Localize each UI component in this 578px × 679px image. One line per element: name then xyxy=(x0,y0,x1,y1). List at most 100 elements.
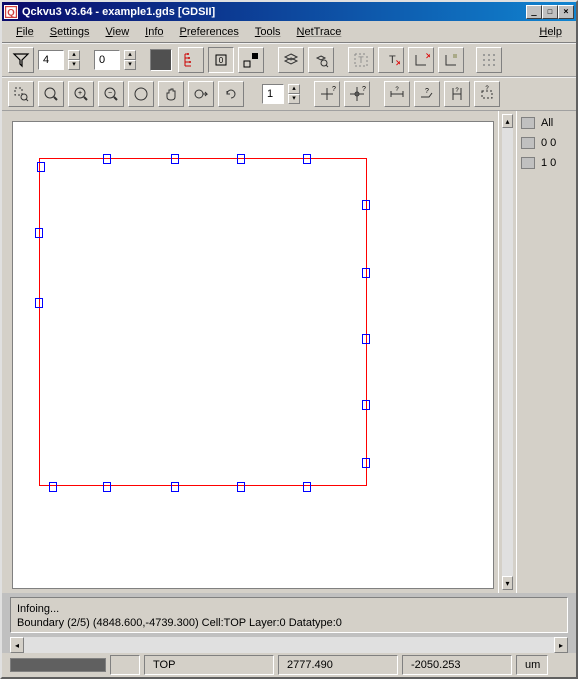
zoom-previous-button[interactable] xyxy=(188,81,214,107)
scale-up[interactable]: ▴ xyxy=(288,84,300,94)
zoom-window-button[interactable] xyxy=(8,81,34,107)
svg-text:−: − xyxy=(108,90,112,97)
measure-crosshair-button[interactable]: ? xyxy=(344,81,370,107)
filter-funnel-button[interactable] xyxy=(8,47,34,73)
corner-marker-button[interactable] xyxy=(438,47,464,73)
scale-input[interactable]: 1 xyxy=(262,84,284,104)
marker xyxy=(237,154,245,164)
measure-point-button[interactable]: ? xyxy=(314,81,340,107)
app-icon: Q xyxy=(4,5,18,19)
minimize-button[interactable]: _ xyxy=(526,5,542,19)
maximize-button[interactable]: ☐ xyxy=(542,5,558,19)
scale-down[interactable]: ▾ xyxy=(288,94,300,104)
delete-corner-button[interactable]: ✕ xyxy=(408,47,434,73)
marker xyxy=(103,482,111,492)
svg-text:?: ? xyxy=(362,86,366,93)
delete-text-button[interactable]: T✕ xyxy=(378,47,404,73)
grid-dots-button[interactable] xyxy=(476,47,502,73)
text-frame-button[interactable]: T xyxy=(348,47,374,73)
scroll-up-icon[interactable]: ▴ xyxy=(502,114,513,128)
menu-file[interactable]: File xyxy=(10,24,40,40)
layer-1-swatch xyxy=(521,157,535,169)
status-y: -2050.253 xyxy=(402,655,512,675)
svg-text:✕: ✕ xyxy=(425,51,430,61)
fill-swatch[interactable] xyxy=(150,49,172,71)
drawing-canvas[interactable] xyxy=(12,121,494,589)
svg-text:?: ? xyxy=(485,86,489,92)
status-unit: um xyxy=(516,655,548,675)
ruler-query-button[interactable]: ? xyxy=(414,81,440,107)
svg-text:?: ? xyxy=(332,86,336,93)
small-cell-button[interactable] xyxy=(238,47,264,73)
marker xyxy=(37,162,45,172)
level-up[interactable]: ▴ xyxy=(68,50,80,60)
horizontal-scrollbar[interactable]: ◂ ▸ xyxy=(10,637,568,653)
svg-text:?: ? xyxy=(455,88,459,94)
zoom-in-button[interactable]: + xyxy=(68,81,94,107)
filter-up[interactable]: ▴ xyxy=(124,50,136,60)
marker xyxy=(362,334,370,344)
svg-text:0: 0 xyxy=(219,56,224,65)
info-line-2: Boundary (2/5) (4848.600,-4739.300) Cell… xyxy=(17,616,561,630)
menu-bar: File Settings View Info Preferences Tool… xyxy=(2,21,576,43)
level-input[interactable]: 4 xyxy=(38,50,64,70)
filter-down[interactable]: ▾ xyxy=(124,60,136,70)
title-bar: Q Qckvu3 v3.64 - example1.gds [GDSII] _ … xyxy=(2,2,576,21)
layers-stack-button[interactable] xyxy=(278,47,304,73)
marker xyxy=(362,200,370,210)
layer-1[interactable]: 1 0 xyxy=(521,157,572,169)
vertical-scrollbar[interactable]: ▴ ▾ xyxy=(498,111,516,593)
svg-text:T: T xyxy=(358,55,364,65)
zoom-fit-button[interactable] xyxy=(128,81,154,107)
marker xyxy=(171,482,179,492)
layers-zoom-button[interactable] xyxy=(308,47,334,73)
menu-help[interactable]: Help xyxy=(533,24,568,40)
status-x: 2777.490 xyxy=(278,655,398,675)
scroll-right-icon[interactable]: ▸ xyxy=(554,637,568,653)
close-button[interactable]: × xyxy=(558,5,574,19)
layer-all[interactable]: All xyxy=(521,117,572,129)
marker xyxy=(35,228,43,238)
marker xyxy=(362,400,370,410)
menu-nettrace[interactable]: NetTrace xyxy=(291,24,348,40)
menu-tools[interactable]: Tools xyxy=(249,24,287,40)
layer-0[interactable]: 0 0 xyxy=(521,137,572,149)
scroll-left-icon[interactable]: ◂ xyxy=(10,637,24,653)
wire-mode-button[interactable]: 0 xyxy=(208,47,234,73)
svg-text:+: + xyxy=(78,90,82,97)
info-line-1: Infoing... xyxy=(17,602,561,616)
toolbar-primary: 4 ▴ ▾ 0 ▴ ▾ 0 T xyxy=(2,43,576,77)
marker xyxy=(303,482,311,492)
marker xyxy=(35,298,43,308)
svg-text:✕: ✕ xyxy=(395,58,400,68)
menu-info[interactable]: Info xyxy=(139,24,169,40)
marker xyxy=(237,482,245,492)
ruler-vertical-button[interactable]: ? xyxy=(444,81,470,107)
menu-view[interactable]: View xyxy=(100,24,136,40)
pan-hand-button[interactable] xyxy=(158,81,184,107)
ruler-box-button[interactable]: ? xyxy=(474,81,500,107)
marker xyxy=(103,154,111,164)
status-blank xyxy=(110,655,140,675)
layer-panel: All 0 0 1 0 xyxy=(516,111,576,593)
level-down[interactable]: ▾ xyxy=(68,60,80,70)
ruler-horizontal-button[interactable]: ? xyxy=(384,81,410,107)
zoom-out-button[interactable]: − xyxy=(98,81,124,107)
boundary-rect xyxy=(39,158,367,486)
filter-input[interactable]: 0 xyxy=(94,50,120,70)
zoom-tool-button[interactable] xyxy=(38,81,64,107)
menu-settings[interactable]: Settings xyxy=(44,24,96,40)
marker xyxy=(362,458,370,468)
svg-text:?: ? xyxy=(395,87,399,93)
refresh-button[interactable] xyxy=(218,81,244,107)
scroll-down-icon[interactable]: ▾ xyxy=(502,576,513,590)
progress-bar xyxy=(10,658,106,672)
status-bar: TOP 2777.490 -2050.253 um xyxy=(2,653,576,677)
svg-text:Q: Q xyxy=(7,7,15,17)
marker xyxy=(171,154,179,164)
hierarchy-dots-button[interactable] xyxy=(178,47,204,73)
marker xyxy=(49,482,57,492)
marker xyxy=(303,154,311,164)
marker xyxy=(362,268,370,278)
menu-preferences[interactable]: Preferences xyxy=(174,24,245,40)
